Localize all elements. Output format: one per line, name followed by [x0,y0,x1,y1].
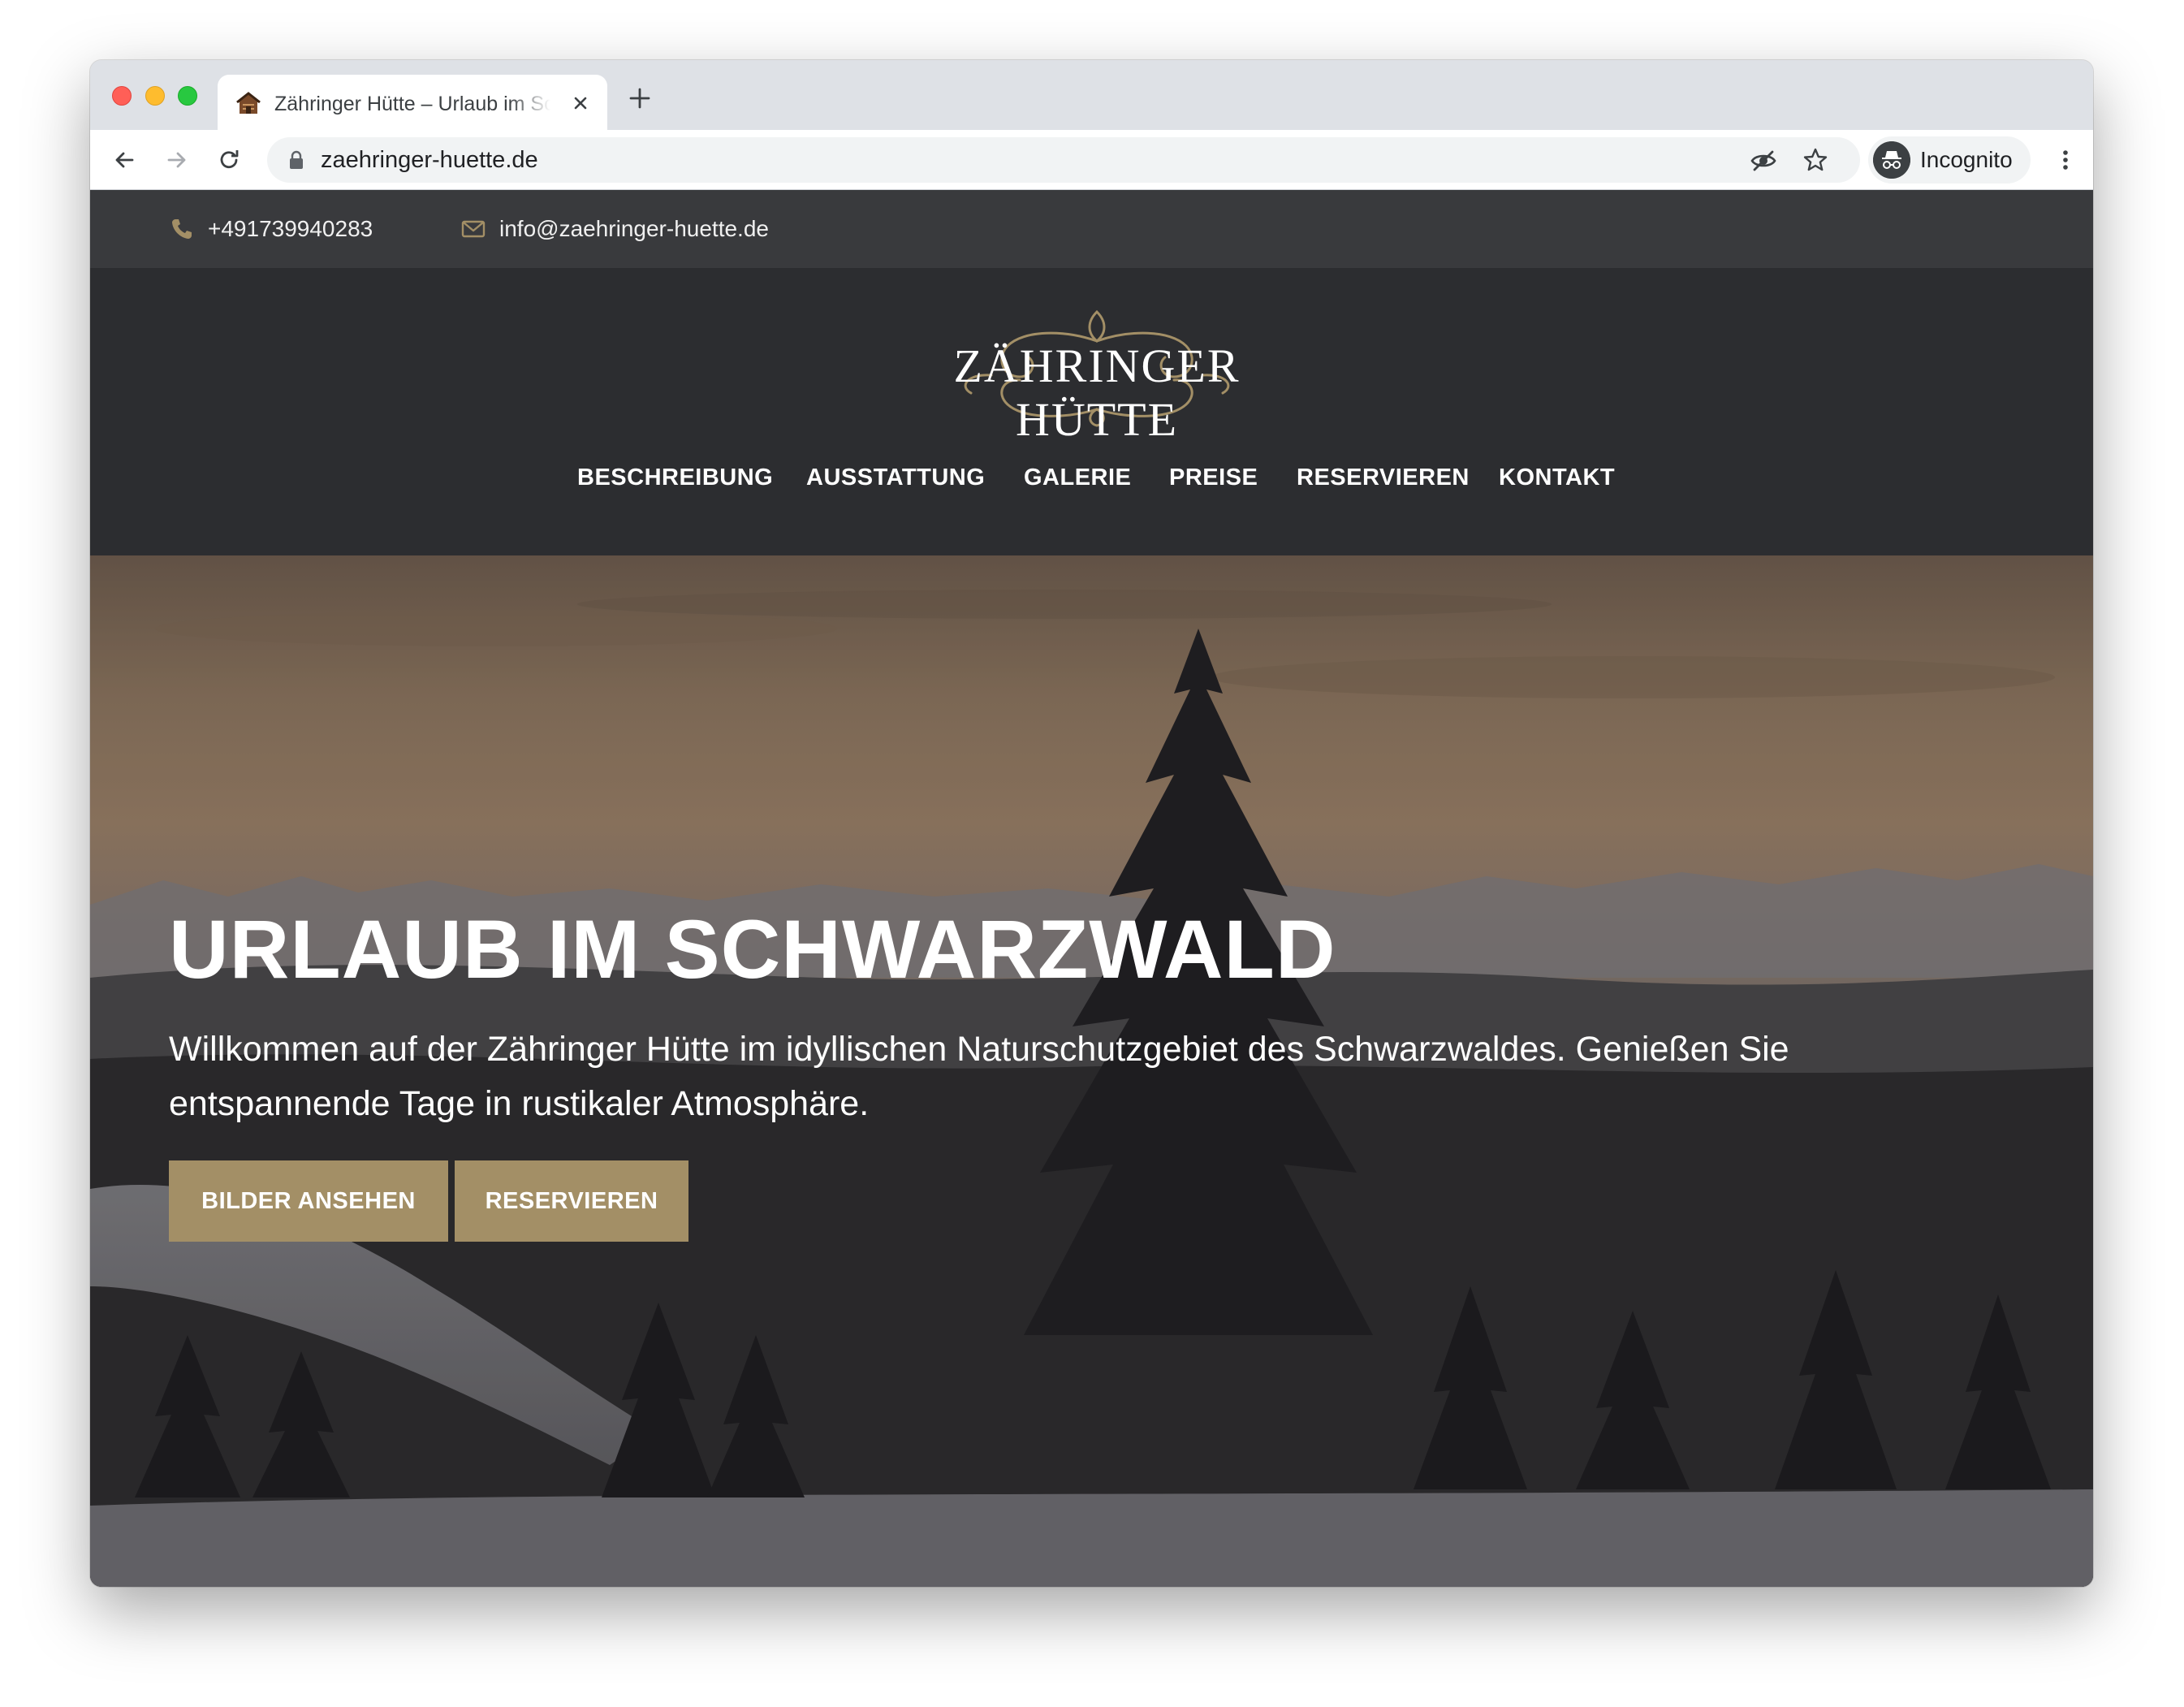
mail-icon [461,220,486,238]
tab-title: Zähringer Hütte – Urlaub im Schwarzwald [274,93,550,115]
nav-preise[interactable]: PREISE [1169,463,1258,492]
url-text: zaehringer-huette.de [321,147,538,173]
tab-strip: Zähringer Hütte – Urlaub im Schwarzwald [90,60,2093,130]
bookmark-star-icon[interactable] [1802,146,1829,174]
phone-icon [172,219,192,239]
email-address: info@zaehringer-huette.de [499,216,769,241]
phone-number: +491739940283 [208,216,373,241]
incognito-profile-button[interactable]: Incognito [1868,136,2031,184]
cabin-favicon-icon [236,92,261,114]
minimize-window-button[interactable] [145,86,165,106]
zoom-window-button[interactable] [178,86,197,106]
nav-kontakt[interactable]: KONTAKT [1499,463,1615,492]
hero-section: URLAUB IM SCHWARZWALD Willkommen auf der… [90,555,2093,1587]
email-contact[interactable]: info@zaehringer-huette.de [460,213,769,245]
phone-contact[interactable]: +491739940283 [169,213,373,245]
nav-galerie[interactable]: GALERIE [1024,463,1131,492]
site-logo[interactable]: ZÄHRINGER HÜTTE [870,305,1324,446]
browser-window: Zähringer Hütte – Urlaub im Schwarzwald … [90,60,2093,1587]
address-bar[interactable]: zaehringer-huette.de [267,137,1860,183]
browser-menu-icon[interactable] [2052,146,2079,174]
nav-ausstattung[interactable]: AUSSTATTUNG [806,463,985,492]
browser-toolbar: zaehringer-huette.de Incognito [90,130,2093,190]
incognito-icon [1873,141,1910,179]
close-tab-icon[interactable] [570,93,591,114]
logo-text: ZÄHRINGER HÜTTE [953,339,1241,446]
website-page: +491739940283 info@zaehringer-huette.de [90,190,2093,1587]
contact-topbar: +491739940283 info@zaehringer-huette.de [90,190,2093,268]
hero-description: Willkommen auf der Zähringer Hütte im id… [169,1030,1789,1123]
reload-icon[interactable] [215,146,243,174]
nav-beschreibung[interactable]: BESCHREIBUNG [577,463,773,492]
view-gallery-button[interactable]: BILDER ANSEHEN [169,1160,448,1242]
browser-tab[interactable]: Zähringer Hütte – Urlaub im Schwarzwald [218,75,607,130]
lock-icon[interactable] [288,150,304,170]
close-window-button[interactable] [112,86,132,106]
nav-reservieren[interactable]: RESERVIEREN [1297,463,1470,492]
reserve-button[interactable]: RESERVIEREN [455,1160,688,1242]
back-arrow-icon[interactable] [110,146,138,174]
new-tab-icon[interactable] [628,86,652,110]
site-header: ZÄHRINGER HÜTTE BESCHREIBUNG AUSSTATTUNG… [90,268,2093,555]
incognito-label: Incognito [1920,147,2013,172]
eye-slash-icon[interactable] [1750,147,1777,175]
hero-title: URLAUB IM SCHWARZWALD [169,903,1336,996]
forward-arrow-icon[interactable] [163,146,191,174]
